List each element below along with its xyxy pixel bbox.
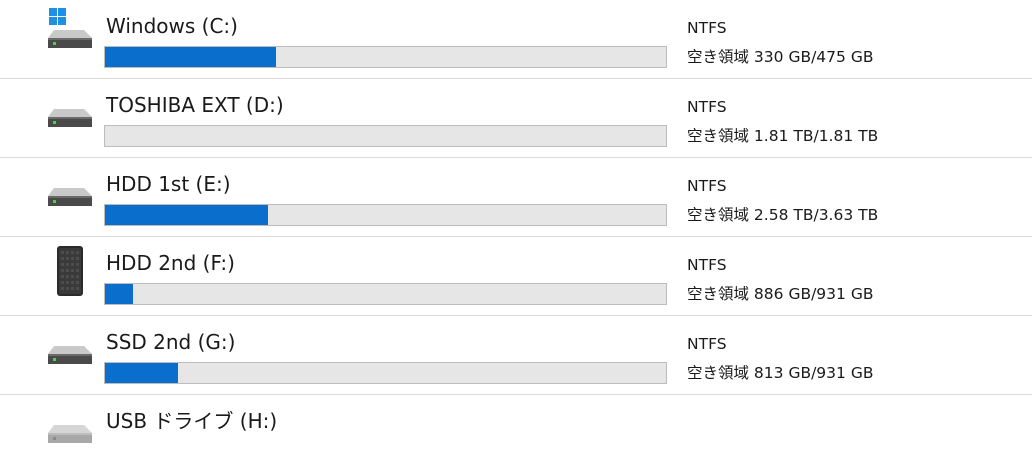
filesystem-label: NTFS [687,177,727,195]
drive-list: Windows (C:) NTFS 空き領域 330 GB/475 GB TOS… [0,0,1032,472]
drive-name: TOSHIBA EXT (D:) [106,93,284,117]
windows-system-drive-icon [44,6,100,62]
free-space-label: 空き領域 1.81 TB/1.81 TB [687,127,879,145]
filesystem-label: NTFS [687,19,727,37]
drive-item-e[interactable]: HDD 1st (E:) NTFS 空き領域 2.58 TB/3.63 TB [0,158,1032,237]
drive-item-d[interactable]: TOSHIBA EXT (D:) NTFS 空き領域 1.81 TB/1.81 … [0,79,1032,158]
usage-bar [104,204,667,226]
usage-bar-fill [105,363,178,383]
free-space-label: 空き領域 813 GB/931 GB [687,364,874,382]
usage-bar [104,283,667,305]
free-space-label: 空き領域 886 GB/931 GB [687,285,874,303]
usage-bar-fill [105,284,134,304]
filesystem-label: NTFS [687,335,727,353]
drive-item-f[interactable]: HDD 2nd (F:) NTFS 空き領域 886 GB/931 GB [0,237,1032,316]
drive-name: Windows (C:) [106,14,238,38]
usb-drive-icon [44,401,100,457]
usage-bar-fill [105,47,277,67]
drive-name: SSD 2nd (G:) [106,330,236,354]
free-space-label: 空き領域 2.58 TB/3.63 TB [687,206,879,224]
usage-bar [104,46,667,68]
drive-name: HDD 1st (E:) [106,172,231,196]
drive-item-g[interactable]: SSD 2nd (G:) NTFS 空き領域 813 GB/931 GB [0,316,1032,395]
drive-name: HDD 2nd (F:) [106,251,235,275]
filesystem-label: NTFS [687,98,727,116]
filesystem-label: NTFS [687,256,727,274]
usage-bar-fill [105,205,268,225]
hard-drive-icon [44,85,100,141]
hard-drive-icon [44,164,100,220]
drive-item-c[interactable]: Windows (C:) NTFS 空き領域 330 GB/475 GB [0,0,1032,79]
usage-bar [104,125,667,147]
external-hard-drive-icon [44,243,100,299]
usage-bar [104,362,667,384]
drive-name: USB ドライブ (H:) [106,409,278,433]
free-space-label: 空き領域 330 GB/475 GB [687,48,874,66]
hard-drive-icon [44,322,100,378]
drive-item-h[interactable]: USB ドライブ (H:) [0,395,1032,472]
